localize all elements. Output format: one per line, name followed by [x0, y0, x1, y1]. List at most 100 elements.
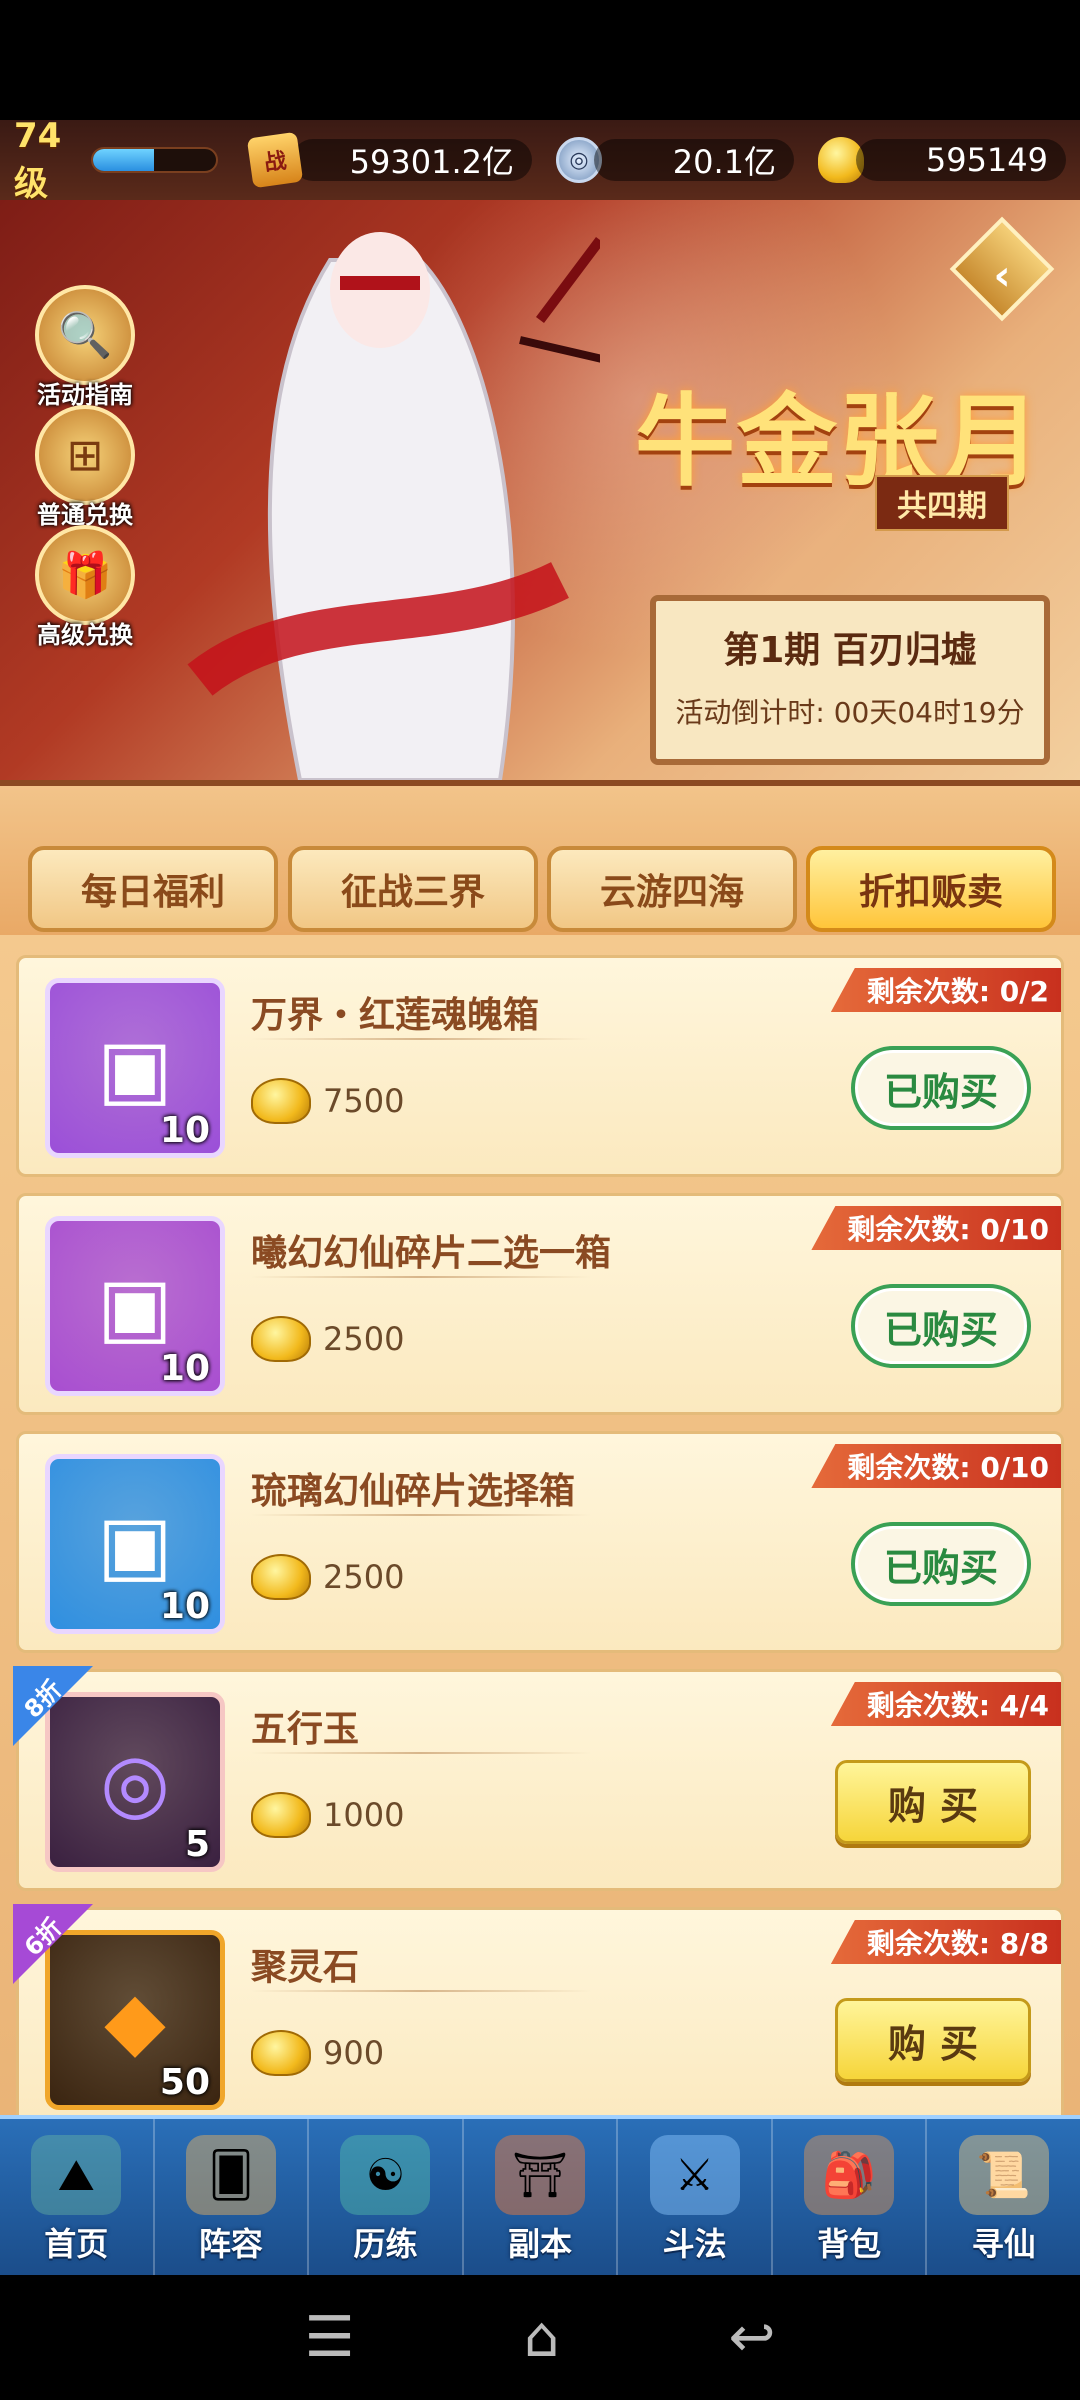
tab-travel[interactable]: 云游四海	[547, 846, 797, 932]
list-item: ▣ 10 万界・红莲魂魄箱 7500 剩余次数: 0/2 已购买	[16, 955, 1064, 1177]
screen: 74级 战 59301.2亿 ◎ 20.1亿 595149 🔍 活动指南 ⊞ 普…	[0, 0, 1080, 2400]
item-price: 2500	[251, 1554, 404, 1600]
magnifier-icon: 🔍	[35, 285, 135, 385]
item-price: 2500	[251, 1316, 404, 1362]
item-name: 曦幻幻仙碎片二选一箱	[251, 1233, 612, 1274]
list-item: ▣ 10 琉璃幻仙碎片选择箱 2500 剩余次数: 0/10 已购买	[16, 1431, 1064, 1653]
advanced-exchange-label: 高级兑换	[37, 621, 133, 649]
battle-power-icon: 战	[246, 131, 304, 189]
chevron-left-icon: ‹	[993, 250, 1011, 300]
gold-value: 595149	[856, 139, 1066, 181]
divider	[251, 1752, 591, 1754]
item-thumbnail: ◆ 50	[45, 1930, 225, 2110]
item-quantity: 10	[159, 1348, 210, 1389]
back-button[interactable]: ‹	[949, 216, 1055, 322]
item-quantity: 10	[159, 1586, 210, 1627]
normal-exchange-button[interactable]: ⊞ 普通兑换	[30, 405, 140, 530]
sword-icon: ⚔	[649, 2135, 740, 2215]
remaining-count: 剩余次数: 0/10	[811, 1206, 1061, 1250]
purchased-button[interactable]: 已购买	[851, 1046, 1031, 1130]
chest-icon: ▣	[97, 1259, 173, 1353]
item-name: 聚灵石	[251, 1947, 360, 1988]
copper-value: 20.1亿	[594, 139, 794, 181]
resource-bar: 74级 战 59301.2亿 ◎ 20.1亿 595149	[0, 116, 1080, 204]
nav-dungeon[interactable]: ⛩ 副本	[464, 2119, 619, 2275]
countdown-text: 活动倒计时: 00天04时19分	[675, 696, 1025, 729]
xp-bar-fill	[92, 149, 155, 171]
home-icon[interactable]: ⌂	[524, 2305, 560, 2370]
gold-ingot-icon	[251, 2030, 311, 2076]
nav-seek[interactable]: 📜 寻仙	[927, 2119, 1080, 2275]
nav-training[interactable]: ☯ 历练	[309, 2119, 464, 2275]
item-list[interactable]: ▣ 10 万界・红莲魂魄箱 7500 剩余次数: 0/2 已购买 ▣ 10 曦幻…	[0, 935, 1080, 2115]
chest-icon: ⊞	[35, 405, 135, 505]
nav-home[interactable]: ⛰ 首页	[0, 2119, 155, 2275]
event-banner: 🔍 活动指南 ⊞ 普通兑换 🎁 高级兑换 ‹ 牛金张月 共四期 第1期 百刃归墟…	[0, 200, 1080, 780]
remaining-count: 剩余次数: 0/10	[811, 1444, 1061, 1488]
buy-button[interactable]: 购买	[835, 1998, 1031, 2082]
divider	[251, 1038, 591, 1040]
nav-label: 阵容	[198, 2225, 263, 2263]
item-name: 琉璃幻仙碎片选择箱	[251, 1471, 576, 1512]
gold-ingot-icon	[251, 1316, 311, 1362]
gold-ingot-icon	[251, 1792, 311, 1838]
item-quantity: 50	[159, 2062, 210, 2103]
list-item: ◎ 5 8折 五行玉 1000 剩余次数: 4/4 购买	[13, 1666, 1064, 1891]
nav-duel[interactable]: ⚔ 斗法	[618, 2119, 773, 2275]
list-item: ◆ 50 6折 聚灵石 900 剩余次数: 8/8 购买	[13, 1904, 1064, 2115]
nav-label: 副本	[508, 2225, 573, 2263]
list-item: ▣ 10 曦幻幻仙碎片二选一箱 2500 剩余次数: 0/10 已购买	[16, 1193, 1064, 1415]
home-icon: ⛰	[31, 2135, 122, 2215]
item-price: 7500	[251, 1078, 404, 1124]
period-title: 第1期 百刃归墟	[723, 630, 977, 671]
crystal-icon: ◆	[104, 1973, 166, 2067]
item-price: 1000	[251, 1792, 404, 1838]
tab-campaign[interactable]: 征战三界	[288, 846, 538, 932]
remaining-count: 剩余次数: 8/8	[830, 1920, 1061, 1964]
tab-discount-sale[interactable]: 折扣贩卖	[806, 846, 1056, 932]
period-panel: 第1期 百刃归墟 活动倒计时: 00天04时19分	[650, 595, 1050, 765]
price-value: 900	[323, 2034, 385, 2072]
gold-ingot-icon	[251, 1554, 311, 1600]
nav-label: 历练	[353, 2225, 418, 2263]
back-icon[interactable]: ↩	[729, 2305, 776, 2370]
tab-daily-welfare[interactable]: 每日福利	[28, 846, 278, 932]
cards-icon: 🂠	[185, 2135, 276, 2215]
guide-button[interactable]: 🔍 活动指南	[30, 285, 140, 410]
hero-artwork	[187, 232, 600, 780]
gate-icon: ⛩	[495, 2135, 586, 2215]
nav-label: 首页	[44, 2225, 109, 2263]
nav-lineup[interactable]: 🂠 阵容	[155, 2119, 310, 2275]
item-quantity: 10	[159, 1110, 210, 1151]
menu-icon[interactable]: ☰	[305, 2305, 355, 2370]
gold-ingot-icon	[251, 1078, 311, 1124]
chest-icon: ▣	[97, 1497, 173, 1591]
xp-bar	[90, 147, 218, 173]
copper-coin-symbol: ◎	[569, 147, 589, 173]
purchased-button[interactable]: 已购买	[851, 1522, 1031, 1606]
price-value: 2500	[323, 1558, 405, 1596]
divider	[251, 1514, 591, 1516]
item-thumbnail: ▣ 10	[45, 978, 225, 1158]
resource-gold[interactable]: 595149	[818, 137, 1066, 183]
jade-ring-icon: ◎	[100, 1735, 170, 1829]
item-thumbnail: ▣ 10	[45, 1454, 225, 1634]
player-level: 74级	[14, 115, 62, 204]
purchased-button[interactable]: 已购买	[851, 1284, 1031, 1368]
nav-label: 斗法	[662, 2225, 727, 2263]
item-quantity: 5	[184, 1824, 210, 1865]
nav-bag[interactable]: 🎒 背包	[773, 2119, 928, 2275]
nav-label: 寻仙	[971, 2225, 1036, 2263]
bottom-nav: ⛰ 首页 🂠 阵容 ☯ 历练 ⛩ 副本 ⚔ 斗法 🎒 背包 📜 寻仙	[0, 2115, 1080, 2275]
buy-button[interactable]: 购买	[835, 1760, 1031, 1844]
price-value: 7500	[323, 1082, 405, 1120]
advanced-exchange-button[interactable]: 🎁 高级兑换	[30, 525, 140, 650]
gift-icon: 🎁	[35, 525, 135, 625]
item-thumbnail: ▣ 10	[45, 1216, 225, 1396]
item-name: 万界・红莲魂魄箱	[251, 995, 540, 1036]
remaining-count: 剩余次数: 4/4	[830, 1682, 1061, 1726]
training-icon: ☯	[340, 2135, 431, 2215]
battle-power-value: 59301.2亿	[292, 139, 532, 181]
nav-label: 背包	[817, 2225, 882, 2263]
item-thumbnail: ◎ 5	[45, 1692, 225, 1872]
